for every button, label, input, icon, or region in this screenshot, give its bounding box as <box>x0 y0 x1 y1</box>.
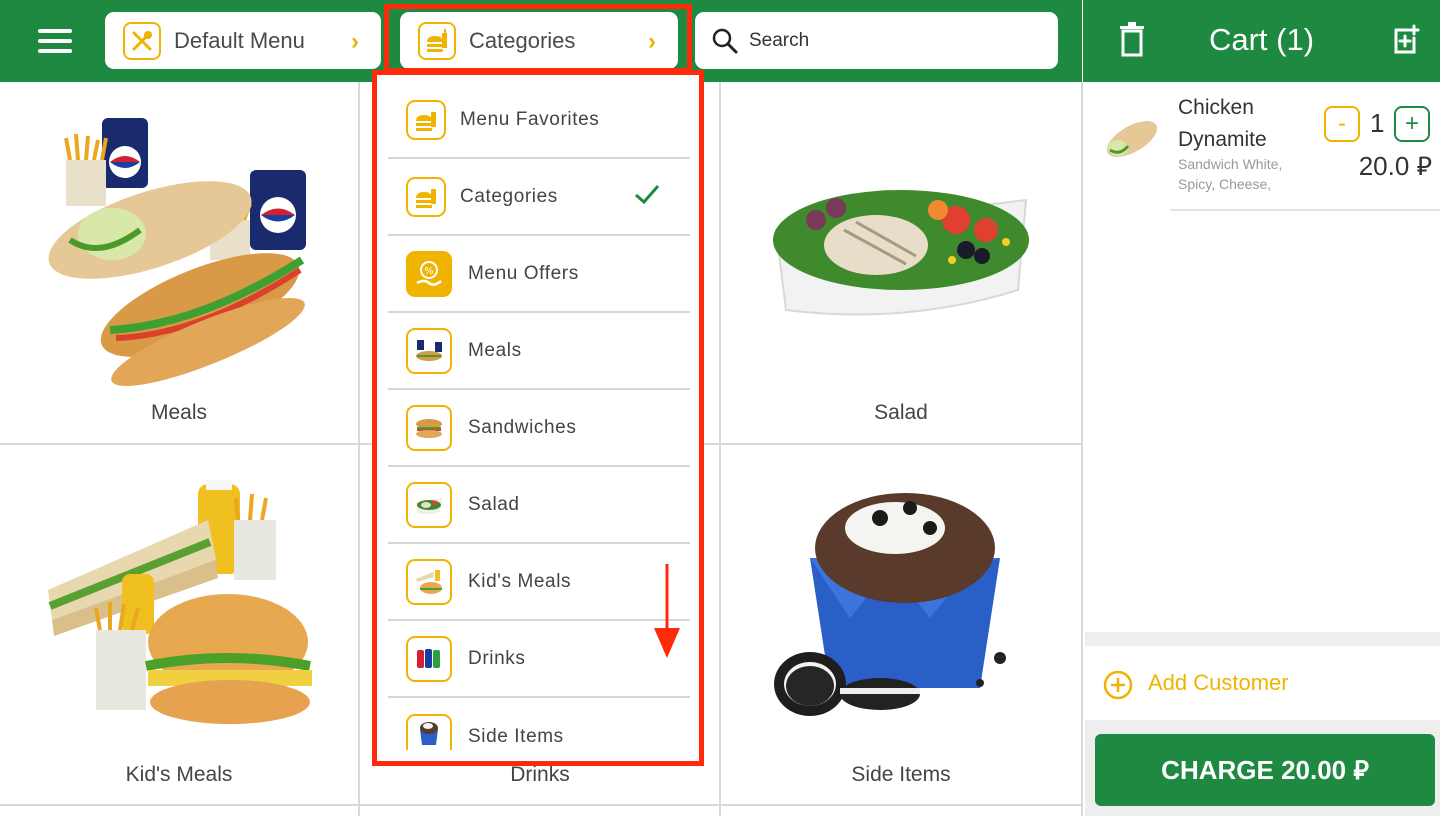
chevron-right-icon: › <box>351 28 359 55</box>
add-customer-label: Add Customer <box>1148 670 1289 695</box>
category-selector[interactable]: Categories › <box>400 12 678 69</box>
tile-label: Salad <box>874 401 928 424</box>
search-input[interactable]: Search <box>695 12 1058 69</box>
category-selector-label: Categories <box>469 27 576 53</box>
add-note-icon[interactable] <box>1390 24 1420 61</box>
dropdown-item-menu-offers[interactable]: % Menu Offers <box>388 236 690 313</box>
increase-quantity-button[interactable]: + <box>1394 106 1430 142</box>
menu-selector-label: Default Menu <box>174 27 305 53</box>
tile-label: Kid's Meals <box>125 763 233 786</box>
checkmark-icon <box>634 183 660 210</box>
salad-image <box>756 160 1046 335</box>
plus-circle-icon <box>1103 670 1133 705</box>
percent-hand-icon: % <box>406 250 452 297</box>
dropdown-item-sandwiches[interactable]: Sandwiches <box>388 390 690 467</box>
meals-thumb-icon <box>406 327 452 374</box>
menu-selector[interactable]: Default Menu › <box>105 12 381 69</box>
dropdown-item-label: Salad <box>468 493 520 515</box>
cart-header: Cart (1) <box>1083 0 1440 82</box>
dropdown-item-kids-meals[interactable]: Kid's Meals <box>388 544 690 621</box>
dropdown-item-label: Meals <box>468 339 522 361</box>
chevron-right-icon: › <box>648 28 656 55</box>
tile-label: Side Items <box>851 763 951 786</box>
grid-divider <box>1081 82 1083 816</box>
decrease-quantity-button[interactable]: - <box>1324 106 1360 142</box>
dropdown-item-drinks[interactable]: Drinks <box>388 621 690 698</box>
tile-label: Drinks <box>510 763 570 786</box>
cart-item-quantity: 1 <box>1370 108 1385 138</box>
cart-spacer <box>1085 632 1440 646</box>
tile-label: Meals <box>150 401 208 424</box>
salad-thumb-icon <box>406 481 452 528</box>
dropdown-item-label: Side Items <box>468 726 564 747</box>
cart-item-price: 20.0 ⃁ <box>1358 151 1432 181</box>
hamburger-menu-icon[interactable] <box>38 27 74 55</box>
grid-divider <box>0 804 1082 806</box>
dropdown-item-salad[interactable]: Salad <box>388 467 690 544</box>
dropdown-item-meals[interactable]: Meals <box>388 313 690 390</box>
side-items-thumb-icon <box>406 714 452 750</box>
cart-item-modifiers: Sandwich White, Spicy, Cheese, <box>1178 156 1283 192</box>
search-placeholder: Search <box>749 29 810 51</box>
wrap-thumbnail <box>1102 114 1162 169</box>
grid-divider <box>358 82 360 816</box>
drinks-thumb-icon <box>406 635 452 682</box>
burger-drink-icon <box>406 99 446 140</box>
svg-text:%: % <box>424 266 434 277</box>
dropdown-item-label: Menu Offers <box>468 262 579 284</box>
add-customer-button[interactable]: Add Customer <box>1085 646 1440 720</box>
arrow-down-icon <box>652 562 682 665</box>
cart-divider <box>1170 209 1440 211</box>
burger-drink-icon <box>406 176 446 217</box>
dropdown-item-label: Kid's Meals <box>468 570 572 592</box>
utensils-icon <box>123 21 161 60</box>
kids-meal-thumb-icon <box>406 558 452 605</box>
kids-meals-image <box>38 480 318 745</box>
dropdown-item-label: Drinks <box>468 647 526 669</box>
charge-button[interactable]: CHARGE 20.00 ⃁ <box>1095 734 1435 806</box>
side-items-image <box>770 488 1040 733</box>
dropdown-item-categories[interactable]: Categories <box>388 159 690 236</box>
meals-image <box>30 110 330 395</box>
cart-line-item[interactable]: Chicken Dynamite Sandwich White, Spicy, … <box>1098 88 1438 210</box>
sandwich-thumb-icon <box>406 404 452 451</box>
dropdown-item-label: Categories <box>460 185 558 207</box>
dropdown-item-label: Sandwiches <box>468 416 577 438</box>
dropdown-item-label: Menu Favorites <box>460 108 600 130</box>
grid-divider <box>719 82 721 816</box>
dropdown-item-menu-favorites[interactable]: Menu Favorites <box>388 82 690 159</box>
cart-item-name: Chicken Dynamite <box>1178 96 1267 151</box>
dropdown-item-side-items[interactable]: Side Items <box>388 698 690 750</box>
cart-title: Cart (1) <box>1208 22 1315 57</box>
search-icon <box>711 27 739 55</box>
burger-drink-icon <box>418 21 456 60</box>
